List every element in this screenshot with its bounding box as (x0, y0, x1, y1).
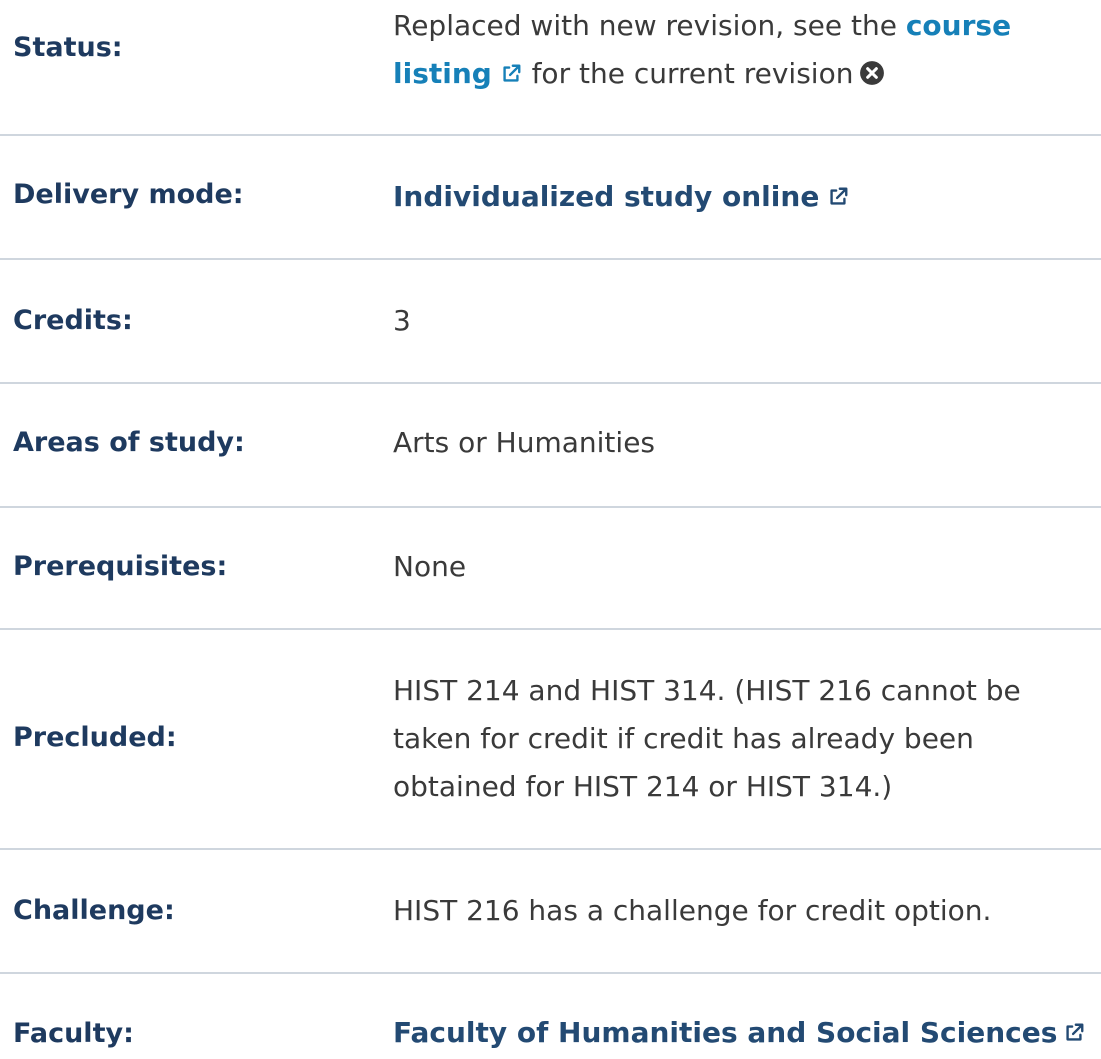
close-circle-icon (859, 53, 885, 101)
precluded-label: Precluded: (13, 722, 177, 753)
external-link-icon (1063, 1011, 1085, 1059)
row-credits: Credits: 3 (0, 260, 1101, 382)
prerequisites-value: None (393, 550, 467, 583)
row-status: Status: Replaced with new revision, see … (0, 0, 1101, 134)
challenge-label: Challenge: (13, 895, 175, 926)
row-areas-of-study: Areas of study: Arts or Humanities (0, 384, 1101, 506)
precluded-value: HIST 214 and HIST 314. (HIST 216 cannot … (393, 674, 1021, 803)
credits-value: 3 (393, 304, 411, 337)
status-text-before: Replaced with new revision, see the (393, 9, 897, 42)
prerequisites-label: Prerequisites: (13, 551, 228, 582)
faculty-link[interactable]: Faculty of Humanities and Social Science… (393, 1016, 1085, 1049)
delivery-mode-value: Individualized study online (393, 173, 1093, 223)
status-label: Status: (13, 32, 123, 63)
delivery-mode-link[interactable]: Individualized study online (393, 180, 849, 213)
external-link-icon (500, 52, 522, 100)
faculty-label: Faculty: (13, 1018, 134, 1049)
delivery-mode-label: Delivery mode: (13, 179, 244, 210)
faculty-value: Faculty of Humanities and Social Science… (393, 1009, 1098, 1059)
faculty-link-text: Faculty of Humanities and Social Science… (393, 1016, 1058, 1049)
delivery-mode-link-text: Individualized study online (393, 180, 820, 213)
status-value: Replaced with new revision, see the cour… (393, 2, 1093, 101)
areas-of-study-value: Arts or Humanities (393, 426, 656, 459)
course-details-table: Status: Replaced with new revision, see … (0, 0, 1101, 1049)
areas-of-study-label: Areas of study: (13, 427, 245, 458)
row-precluded: Precluded: HIST 214 and HIST 314. (HIST … (0, 630, 1101, 848)
row-challenge: Challenge: HIST 216 has a challenge for … (0, 850, 1101, 972)
row-prerequisites: Prerequisites: None (0, 508, 1101, 628)
external-link-icon (827, 175, 849, 223)
status-text-after: for the current revision (531, 57, 854, 90)
challenge-value: HIST 216 has a challenge for credit opti… (393, 894, 992, 927)
row-faculty: Faculty: Faculty of Humanities and Socia… (0, 974, 1101, 1049)
row-delivery-mode: Delivery mode: Individualized study onli… (0, 136, 1101, 258)
credits-label: Credits: (13, 305, 133, 336)
